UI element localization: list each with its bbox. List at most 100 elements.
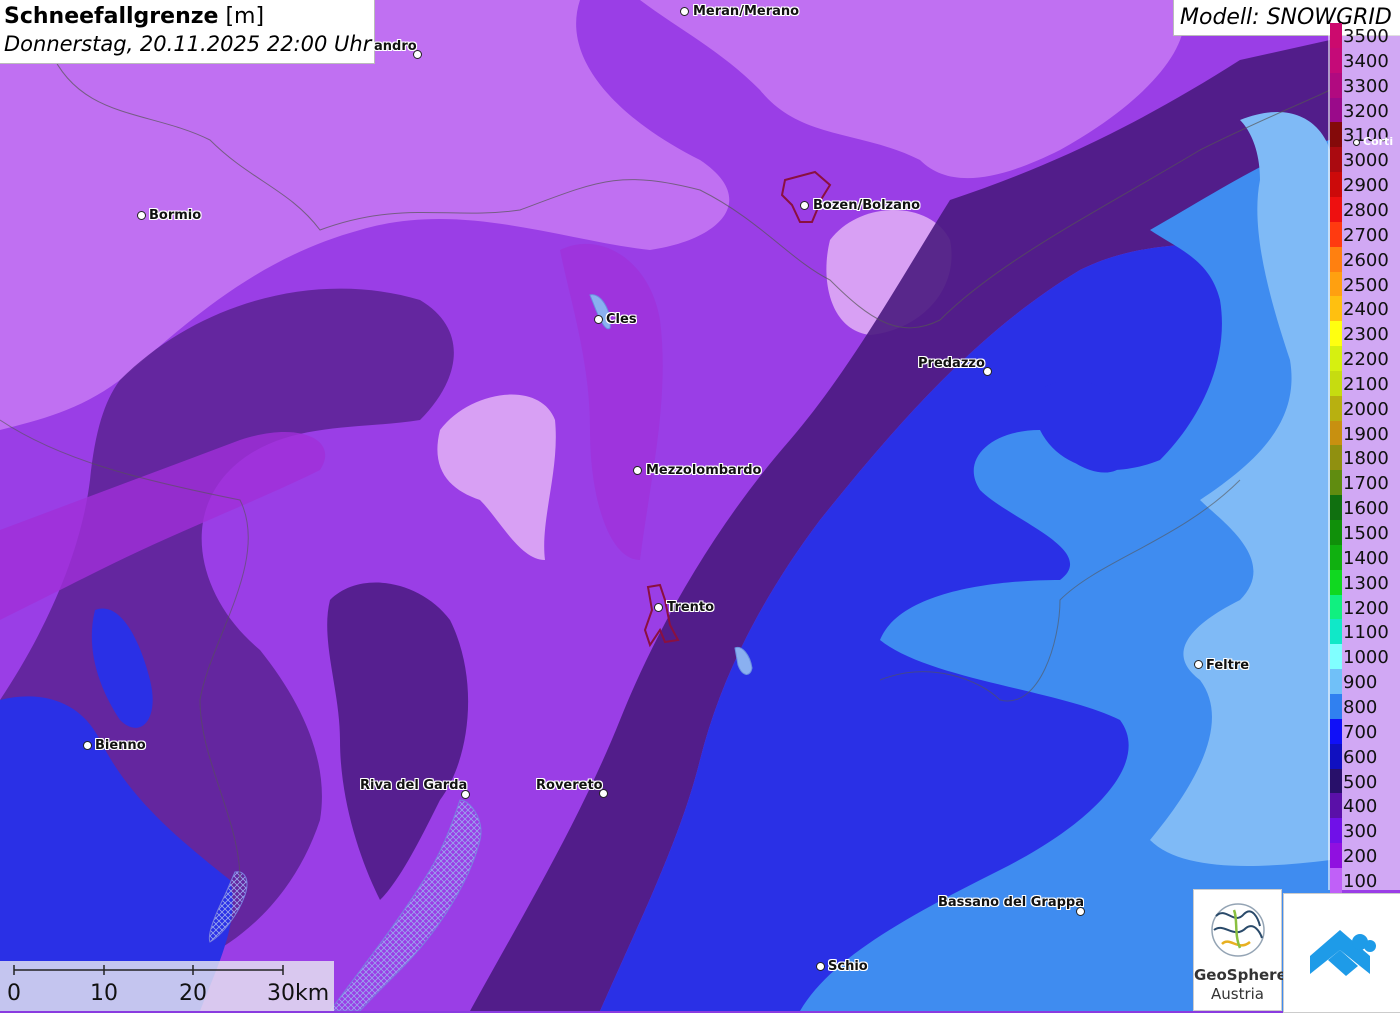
legend-label: 2700 xyxy=(1343,224,1389,246)
legend-row: 3200 xyxy=(1328,97,1400,123)
city-dot-riva xyxy=(461,790,470,799)
legend-swatch xyxy=(1330,669,1342,695)
city-label-bassano: Bassano del Grappa xyxy=(938,895,1084,910)
legend-row: 100 xyxy=(1328,867,1400,893)
city-label-mezzolombardo: Mezzolombardo xyxy=(646,463,762,478)
scale-label-30: 30km xyxy=(267,981,330,1006)
legend-label: 800 xyxy=(1343,696,1378,718)
legend-label: 1200 xyxy=(1343,597,1389,619)
legend-label: 3000 xyxy=(1343,150,1389,172)
legend-swatch xyxy=(1330,122,1342,148)
legend-swatch xyxy=(1330,246,1342,272)
legend-label: 2400 xyxy=(1343,299,1389,321)
legend-row: 1400 xyxy=(1328,544,1400,570)
legend-label: 3300 xyxy=(1343,75,1389,97)
house-cloud-icon xyxy=(1310,930,1376,976)
app-logo[interactable] xyxy=(1283,893,1400,1013)
color-legend: 3500 3400 3300 3200 3100 3000 2900 2800 2700 2600… xyxy=(1328,23,1400,893)
map-title: Schneefallgrenze [m] xyxy=(4,4,264,29)
city-dot-trento xyxy=(654,603,663,612)
legend-row: 2600 xyxy=(1328,246,1400,272)
legend-row: 3000 xyxy=(1328,147,1400,173)
legend-label: 500 xyxy=(1343,771,1378,793)
legend-swatch xyxy=(1330,47,1342,73)
city-label-schio: Schio xyxy=(828,959,868,974)
legend-swatch xyxy=(1330,196,1342,222)
legend-row: 1600 xyxy=(1328,495,1400,521)
legend-row: 3400 xyxy=(1328,47,1400,73)
city-dot-rovereto xyxy=(599,789,608,798)
snowfall-limit-map[interactable] xyxy=(0,0,1400,1011)
legend-swatch xyxy=(1330,867,1342,893)
city-label-riva: Riva del Garda xyxy=(360,778,468,793)
legend-row: 3500 xyxy=(1328,23,1400,48)
legend-label: 1700 xyxy=(1343,473,1389,495)
map-subtitle: Donnerstag, 20.11.2025 22:00 Uhr xyxy=(4,32,372,56)
legend-label: 300 xyxy=(1343,821,1378,843)
city-dot-schio xyxy=(816,962,825,971)
legend-label: 100 xyxy=(1343,870,1378,892)
legend-label: 1400 xyxy=(1343,547,1389,569)
legend-label: 1000 xyxy=(1343,647,1389,669)
city-label-bozen: Bozen/Bolzano xyxy=(813,198,921,213)
legend-swatch xyxy=(1330,768,1342,794)
city-dot-predazzo xyxy=(983,367,992,376)
title-unit: [m] xyxy=(218,4,265,29)
city-dot-mezzolombardo xyxy=(633,466,642,475)
legend-label: 1300 xyxy=(1343,572,1389,594)
title-box: Schneefallgrenze [m] Donnerstag, 20.11.2… xyxy=(0,0,375,64)
legend-label: 3400 xyxy=(1343,50,1389,72)
legend-swatch xyxy=(1330,420,1342,446)
legend-row: 900 xyxy=(1328,669,1400,695)
city-dot-bormio xyxy=(137,211,146,220)
legend-label: 2300 xyxy=(1343,324,1389,346)
logo-text-austria: Austria xyxy=(1211,985,1264,1003)
legend-row: 1500 xyxy=(1328,520,1400,545)
city-dot-meran xyxy=(680,7,689,16)
legend-row: 2000 xyxy=(1328,395,1400,421)
legend-swatch xyxy=(1330,544,1342,570)
legend-label: 3200 xyxy=(1343,100,1389,122)
legend-swatch xyxy=(1330,321,1342,347)
legend-row: 1800 xyxy=(1328,445,1400,471)
legend-row: 2900 xyxy=(1328,172,1400,198)
scale-label-0: 0 xyxy=(7,981,21,1006)
legend-swatch xyxy=(1330,97,1342,123)
legend-swatch xyxy=(1330,296,1342,322)
legend-label: 400 xyxy=(1343,796,1378,818)
geosphere-logo[interactable]: GeoSphere Austria xyxy=(1193,889,1287,1011)
legend-row: 600 xyxy=(1328,743,1400,769)
legend-label: 2200 xyxy=(1343,349,1389,371)
legend-row: 1700 xyxy=(1328,470,1400,496)
legend-row: 1900 xyxy=(1328,420,1400,446)
legend-label: 2900 xyxy=(1343,175,1389,197)
legend-label: 2600 xyxy=(1343,249,1389,271)
legend-label: 1500 xyxy=(1343,523,1389,544)
city-dot-bassano xyxy=(1076,907,1085,916)
legend-label: 3500 xyxy=(1343,26,1389,47)
legend-row: 300 xyxy=(1328,818,1400,844)
legend-label: 2500 xyxy=(1343,274,1389,296)
city-label-rovereto: Rovereto xyxy=(536,778,603,793)
legend-row: 2100 xyxy=(1328,370,1400,396)
legend-row: 2700 xyxy=(1328,221,1400,247)
legend-row: 2200 xyxy=(1328,346,1400,372)
legend-row: 200 xyxy=(1328,843,1400,869)
city-label-meran: Meran/Merano xyxy=(693,4,800,19)
legend-swatch xyxy=(1330,395,1342,421)
legend-swatch xyxy=(1330,495,1342,521)
title-bold: Schneefallgrenze xyxy=(4,4,219,29)
legend-swatch xyxy=(1330,23,1342,48)
legend-label: 1100 xyxy=(1343,622,1389,644)
legend-swatch xyxy=(1330,793,1342,819)
legend-row: 1100 xyxy=(1328,619,1400,645)
legend-swatch xyxy=(1330,445,1342,471)
city-dot-corti xyxy=(1353,139,1360,146)
legend-swatch xyxy=(1330,346,1342,372)
legend-label: 1800 xyxy=(1343,448,1389,470)
city-dot-bozen xyxy=(800,201,809,210)
legend-row: 3300 xyxy=(1328,72,1400,98)
city-label-trento: Trento xyxy=(667,600,715,615)
legend-row: 2300 xyxy=(1328,321,1400,347)
legend-label: 200 xyxy=(1343,846,1378,868)
